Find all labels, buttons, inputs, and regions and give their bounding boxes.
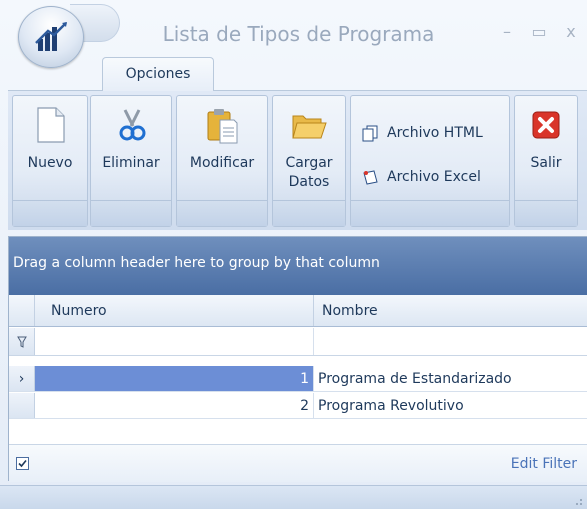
column-header-numero[interactable]: Numero: [35, 295, 314, 326]
chart-logo-icon: [35, 22, 67, 51]
cargar-datos-label: Cargar Datos: [273, 154, 345, 192]
scissors-icon: [119, 109, 146, 141]
ribbon-group-modificar: Modificar: [176, 95, 268, 227]
minimize-button[interactable]: –: [496, 22, 518, 41]
eliminar-button[interactable]: Eliminar: [91, 96, 171, 201]
checkmark-icon: [18, 459, 27, 468]
edit-filter-link[interactable]: Edit Filter: [511, 445, 577, 482]
html-copy-icon: [362, 125, 378, 142]
salir-label: Salir: [530, 155, 562, 171]
tab-opciones[interactable]: Opciones: [102, 57, 214, 91]
ribbon-group-nuevo: Nuevo: [12, 95, 88, 227]
group-by-panel[interactable]: Drag a column header here to group by th…: [9, 237, 587, 295]
cargar-label-line2: Datos: [288, 174, 330, 190]
group-footer: [351, 200, 509, 226]
eliminar-label: Eliminar: [102, 155, 160, 171]
ribbon-panel: Nuevo Eliminar Modificar Cargar Datos Ar…: [8, 90, 587, 230]
filter-funnel-icon: [16, 336, 27, 348]
archivo-excel-button[interactable]: Archivo Excel: [361, 166, 481, 188]
header-corner: [9, 295, 35, 326]
group-footer: [273, 200, 345, 226]
filter-panel: Edit Filter: [9, 444, 587, 482]
archivo-html-button[interactable]: Archivo HTML: [361, 122, 483, 144]
excel-export-icon: [363, 170, 378, 185]
ribbon-group-export: Archivo HTML Archivo Excel: [350, 95, 510, 227]
group-footer: [177, 200, 267, 226]
modificar-label: Modificar: [189, 155, 255, 171]
clipboard-paste-icon: [207, 109, 238, 144]
archivo-excel-label: Archivo Excel: [387, 169, 481, 185]
row-indicator: ›: [9, 366, 35, 391]
filter-cell-nombre[interactable]: [314, 328, 587, 355]
ribbon-group-cargar: Cargar Datos: [272, 95, 346, 227]
resize-grip-icon[interactable]: [571, 494, 583, 506]
group-footer: [91, 200, 171, 226]
data-grid: Drag a column header here to group by th…: [8, 236, 587, 482]
table-row[interactable]: 2 Programa Revolutivo: [9, 393, 587, 419]
ribbon-group-eliminar: Eliminar: [90, 95, 172, 227]
main-window: Lista de Tipos de Programa – ▭ x Opcione…: [0, 0, 587, 509]
folder-open-icon: [292, 115, 327, 139]
cell-nombre[interactable]: Programa de Estandarizado: [314, 366, 587, 391]
cell-numero[interactable]: 2: [35, 393, 314, 418]
title-bar: Lista de Tipos de Programa – ▭ x: [0, 0, 587, 68]
column-header-nombre[interactable]: Nombre: [314, 295, 587, 326]
cargar-datos-button[interactable]: Cargar Datos: [273, 96, 345, 201]
cargar-label-line1: Cargar: [285, 155, 333, 171]
table-row[interactable]: › 1 Programa de Estandarizado: [9, 366, 587, 392]
new-document-icon: [37, 107, 65, 143]
maximize-button[interactable]: ▭: [528, 22, 550, 41]
group-footer: [13, 200, 87, 226]
row-indicator: [9, 393, 35, 418]
filter-row-indicator: [9, 328, 35, 355]
app-menu-button[interactable]: [18, 6, 84, 68]
ribbon-group-salir: Salir: [514, 95, 578, 227]
filter-enable-checkbox[interactable]: [16, 457, 29, 470]
cell-numero[interactable]: 1: [35, 366, 314, 391]
group-footer: [515, 200, 577, 226]
status-bar: [0, 485, 587, 509]
nuevo-button[interactable]: Nuevo: [13, 96, 87, 201]
salir-button[interactable]: Salir: [515, 96, 577, 201]
cell-nombre[interactable]: Programa Revolutivo: [314, 393, 587, 418]
close-button[interactable]: x: [560, 22, 582, 41]
exit-x-icon: [532, 111, 560, 139]
archivo-html-label: Archivo HTML: [387, 125, 483, 141]
nuevo-label: Nuevo: [27, 155, 73, 171]
auto-filter-row: [9, 328, 587, 356]
current-row-arrow-icon: ›: [18, 370, 25, 387]
column-header-row: Numero Nombre: [9, 295, 587, 327]
modificar-button[interactable]: Modificar: [177, 96, 267, 201]
filter-cell-numero[interactable]: [35, 328, 314, 355]
